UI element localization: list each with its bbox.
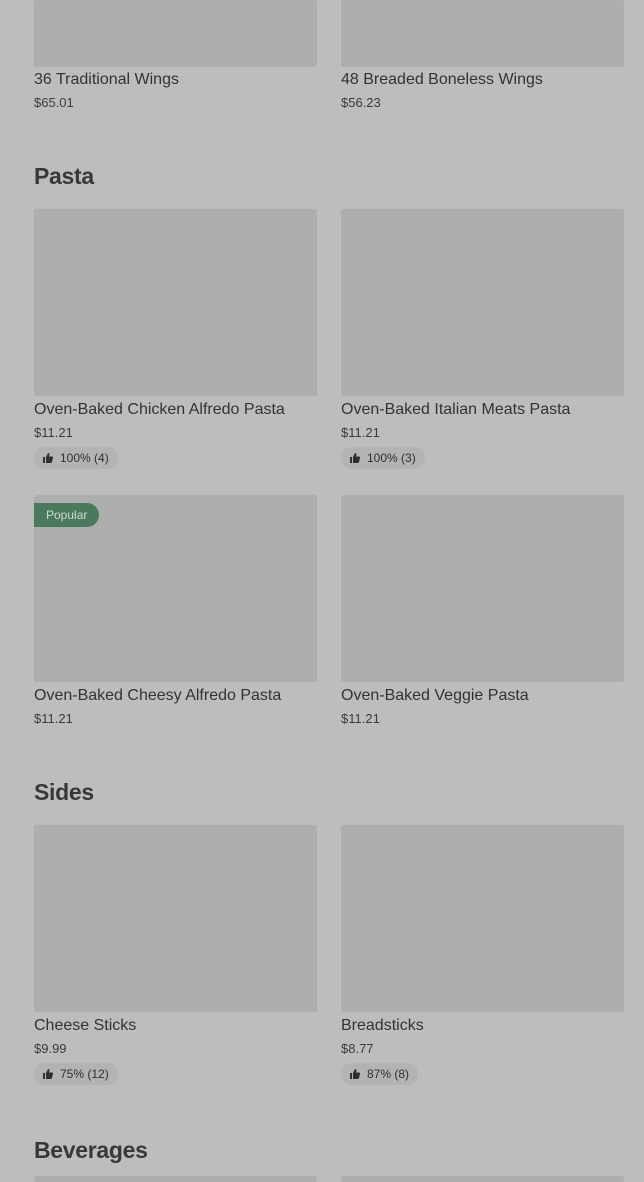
section-title-sides: Sides (34, 779, 94, 805)
thumbs-up-icon (42, 452, 54, 464)
item-price: $56.23 (341, 95, 381, 110)
item-name[interactable]: 36 Traditional Wings (34, 70, 179, 90)
item-image[interactable] (341, 209, 624, 396)
item-price: $11.21 (34, 711, 73, 726)
item-image[interactable] (341, 825, 624, 1012)
item-name[interactable]: Oven-Baked Veggie Pasta (341, 686, 529, 706)
rating-text: 100% (3) (367, 451, 416, 465)
rating-text: 75% (12) (60, 1067, 109, 1081)
thumbs-up-icon (349, 452, 361, 464)
rating-pill: 100% (4) (34, 447, 118, 469)
item-image[interactable] (341, 0, 624, 67)
rating-pill: 87% (8) (341, 1063, 419, 1085)
item-name[interactable]: Oven-Baked Italian Meats Pasta (341, 400, 570, 420)
item-image[interactable] (34, 0, 317, 67)
rating-text: 100% (4) (60, 451, 109, 465)
item-image[interactable] (34, 1176, 317, 1182)
item-price: $65.01 (34, 95, 74, 110)
rating-pill: 100% (3) (341, 447, 425, 469)
item-price: $11.21 (341, 711, 380, 726)
item-image[interactable] (34, 209, 317, 396)
thumbs-up-icon (349, 1068, 361, 1080)
item-price: $9.99 (34, 1041, 67, 1056)
item-price: $11.21 (341, 425, 380, 440)
menu-page: 36 Traditional Wings $65.01 48 Breaded B… (0, 0, 644, 1182)
rating-pill: 75% (12) (34, 1063, 118, 1085)
thumbs-up-icon (42, 1068, 54, 1080)
section-title-beverages: Beverages (34, 1137, 148, 1163)
item-price: $11.21 (34, 425, 73, 440)
item-name[interactable]: Cheese Sticks (34, 1016, 136, 1036)
item-name[interactable]: Oven-Baked Chicken Alfredo Pasta (34, 400, 285, 420)
item-name[interactable]: Breadsticks (341, 1016, 424, 1036)
item-image[interactable] (34, 825, 317, 1012)
rating-text: 87% (8) (367, 1067, 410, 1081)
item-name[interactable]: 48 Breaded Boneless Wings (341, 70, 543, 90)
section-title-pasta: Pasta (34, 163, 94, 189)
item-price: $8.77 (341, 1041, 374, 1056)
item-image[interactable] (341, 1176, 624, 1182)
item-name[interactable]: Oven-Baked Cheesy Alfredo Pasta (34, 686, 281, 706)
item-image[interactable] (341, 495, 624, 682)
popular-badge: Popular (34, 503, 100, 527)
